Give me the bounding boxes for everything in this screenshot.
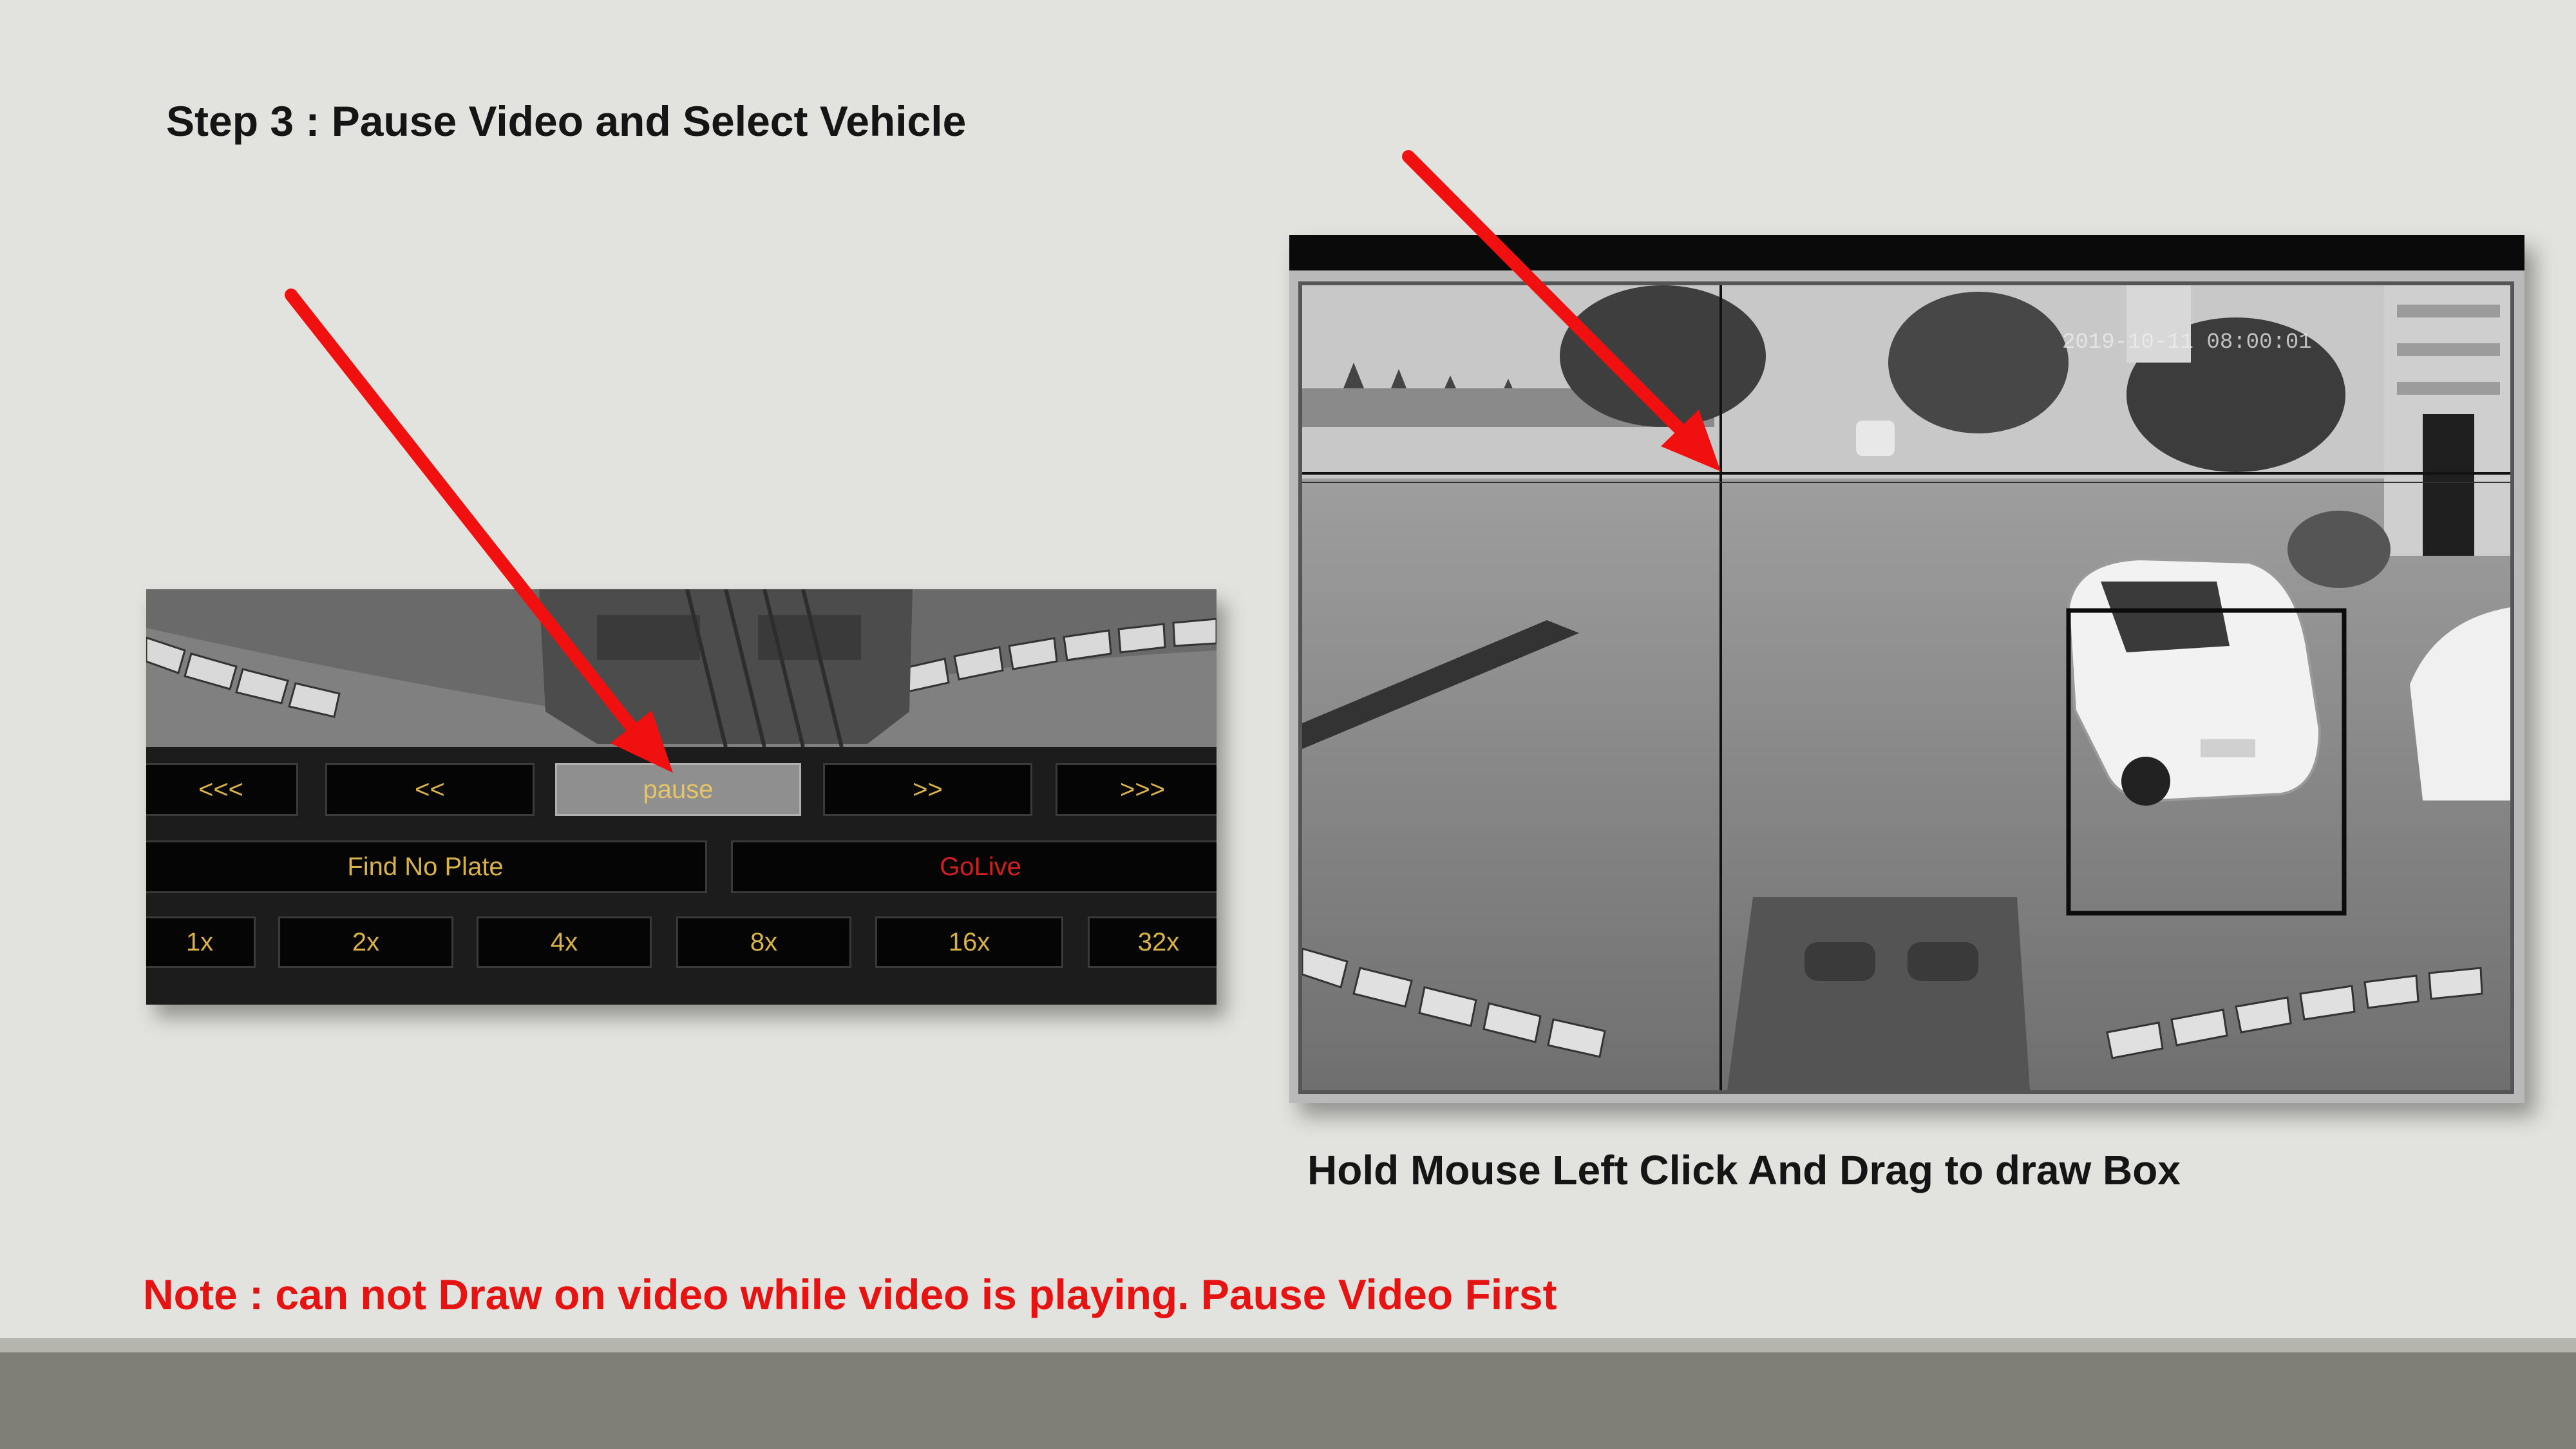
speed-16x-button[interactable]: 16x bbox=[875, 916, 1063, 968]
video-player-frame: 2019-10-11 08:00:01 bbox=[1289, 235, 2524, 1103]
speed-32x-button[interactable]: 32x bbox=[1088, 916, 1217, 968]
playback-control-panel: <<< << pause >> >>> Find No Plate GoLive… bbox=[146, 589, 1217, 1005]
video-timestamp: 2019-10-11 08:00:01 bbox=[2062, 330, 2312, 355]
speed-1x-button[interactable]: 1x bbox=[146, 916, 256, 968]
warning-note: Note : can not Draw on video while video… bbox=[143, 1271, 1557, 1318]
speed-2x-button[interactable]: 2x bbox=[278, 916, 453, 968]
go-live-button[interactable]: GoLive bbox=[731, 840, 1217, 893]
video-caption: Hold Mouse Left Click And Drag to draw B… bbox=[1307, 1147, 2181, 1193]
speed-8x-button[interactable]: 8x bbox=[676, 916, 851, 968]
video-scene-image bbox=[1302, 285, 2510, 1090]
forward-button[interactable]: >> bbox=[823, 763, 1032, 816]
rewind-button[interactable]: << bbox=[325, 763, 535, 816]
speed-4x-button[interactable]: 4x bbox=[477, 916, 652, 968]
video-preview-strip bbox=[146, 589, 1217, 748]
slide-footer-bar bbox=[0, 1338, 2576, 1449]
video-title-bar bbox=[1289, 235, 2524, 270]
forward-fast-button[interactable]: >>> bbox=[1056, 763, 1217, 816]
slide-title: Step 3 : Pause Video and Select Vehicle bbox=[166, 97, 967, 145]
pause-button[interactable]: pause bbox=[555, 763, 801, 816]
preview-scene-image bbox=[146, 589, 1217, 748]
video-canvas[interactable]: 2019-10-11 08:00:01 bbox=[1298, 281, 2514, 1094]
find-no-plate-button[interactable]: Find No Plate bbox=[146, 840, 707, 893]
rewind-fast-button[interactable]: <<< bbox=[146, 763, 298, 816]
